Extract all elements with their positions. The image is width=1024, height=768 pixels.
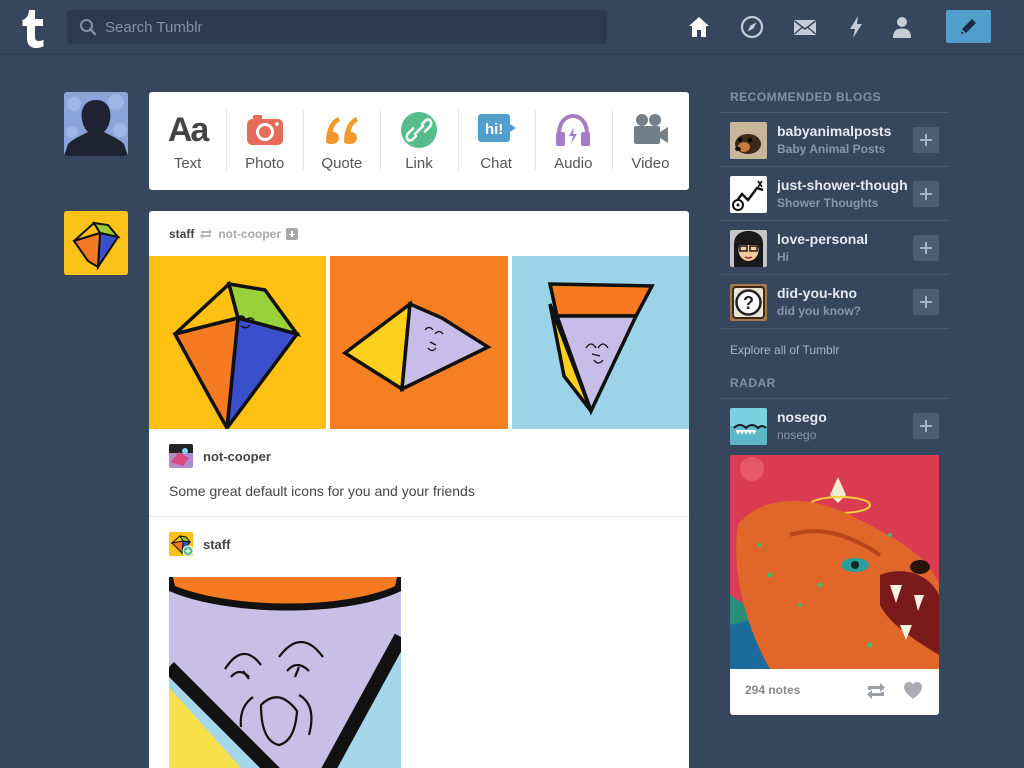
radar-blog-item[interactable]: nosego nosego [720,399,949,451]
reblog-icon[interactable] [865,682,887,700]
tumblr-logo-icon[interactable] [16,8,50,48]
post-type-label: Text [173,155,202,172]
photo-yellow-kite[interactable] [149,256,326,429]
inbox-icon[interactable] [792,14,818,40]
link-icon [400,112,437,148]
radar-post: 294 notes [730,455,939,715]
love-personal-avatar [730,230,767,267]
post-type-bar: Aa Text Photo Quote Link hi! Chat Audio … [149,92,689,190]
recommended-blog-item[interactable]: just-shower-thoughts Shower Thoughts [720,167,949,221]
reblog-blog-name[interactable]: not-cooper [203,449,271,464]
text-icon: Aa [167,110,209,149]
did-you-kno-avatar: ? [730,284,767,321]
shower-thoughts-avatar [730,176,767,213]
recommended-blog-name: just-shower-thoughts [777,177,907,193]
post-photo-closeup[interactable] [169,577,401,768]
post-divider [149,516,689,517]
recommended-blog-item[interactable]: babyanimalposts Baby Animal Posts [720,113,949,167]
dashboard-post: staff not-cooper not-cooper Some great d… [149,211,689,768]
explore-link[interactable]: Explore all of Tumblr [720,329,949,369]
user-avatar[interactable] [64,92,128,156]
follow-small-button[interactable] [286,228,299,240]
search-icon [80,19,97,36]
chat-icon: hi! [476,110,517,150]
follow-button[interactable] [913,127,939,153]
post-type-label: Chat [480,155,512,172]
radar-heading: Radar [720,373,949,399]
svg-text:?: ? [743,293,754,313]
radar-bear-painting[interactable] [730,455,939,669]
recommended-blog-title: Hi [777,250,789,264]
account-icon[interactable] [889,14,915,40]
right-sidebar: Recommended Blogs babyanimalposts Baby A… [720,87,949,715]
video-camera-icon [634,114,669,144]
babyanimalposts-avatar [730,122,767,159]
post-header: staff not-cooper [169,227,299,241]
post-chat-button[interactable]: hi! Chat [457,92,535,190]
photo-blue-kite[interactable] [512,256,689,429]
radar-blog-name: nosego [777,409,827,425]
staff-trail-header: staff [169,532,230,556]
follow-button[interactable] [913,235,939,261]
photoset [149,256,689,429]
reblog-icon [200,229,213,239]
search-box[interactable] [67,10,607,44]
heart-icon[interactable] [903,681,923,700]
staff-mini-avatar[interactable] [169,532,193,556]
home-icon[interactable] [686,14,712,40]
activity-icon[interactable] [843,14,869,40]
pencil-icon [961,19,976,34]
post-type-label: Photo [245,155,285,172]
recommended-blogs-heading: Recommended Blogs [720,87,949,113]
post-audio-button[interactable]: Audio [534,92,612,190]
headphones-icon [556,113,591,146]
search-input[interactable] [105,10,595,44]
recommended-blog-title: did you know? [777,304,861,318]
not-cooper-avatar[interactable] [169,444,193,468]
post-type-label: Link [405,155,433,172]
recommended-blog-name: did-you-kno [777,285,858,301]
post-caption: Some great default icons for you and you… [169,483,475,499]
default-avatar-silhouette-icon [64,92,128,156]
follow-button[interactable] [913,181,939,207]
post-photo-button[interactable]: Photo [226,92,303,190]
recommended-blog-title: Shower Thoughts [777,196,879,210]
photo-orange-kite[interactable] [330,256,508,429]
recommended-blog-item[interactable]: love-personal Hi [720,221,949,275]
camera-icon [246,115,283,145]
reblog-trail-header: not-cooper [169,444,271,468]
post-type-label: Audio [554,155,593,172]
recommended-blog-item[interactable]: ? did-you-kno did you know? [720,275,949,329]
staff-blog-name[interactable]: staff [203,537,230,552]
nosego-avatar [730,408,767,445]
radar-blog-title: nosego [777,428,817,442]
post-type-label: Quote [321,155,363,172]
staff-avatar[interactable] [64,211,128,275]
post-quote-button[interactable]: Quote [303,92,380,190]
recommended-blog-name: love-personal [777,231,869,247]
follow-button[interactable] [913,289,939,315]
reblogged-from[interactable]: not-cooper [218,227,281,241]
top-bar [0,0,1024,55]
explore-icon[interactable] [739,14,765,40]
recommended-blog-name: babyanimalposts [777,123,892,139]
radar-notes-count[interactable]: 294 notes [745,683,800,697]
quote-icon [325,117,358,144]
kite-avatar-icon [64,211,128,275]
post-text-button[interactable]: Aa Text [149,92,226,190]
radar-follow-button[interactable] [913,413,939,439]
post-video-button[interactable]: Video [611,92,689,190]
post-link-button[interactable]: Link [380,92,457,190]
recommended-blog-title: Baby Animal Posts [777,142,886,156]
compose-button[interactable] [946,10,991,43]
post-author[interactable]: staff [169,227,194,241]
post-type-label: Video [631,155,670,172]
